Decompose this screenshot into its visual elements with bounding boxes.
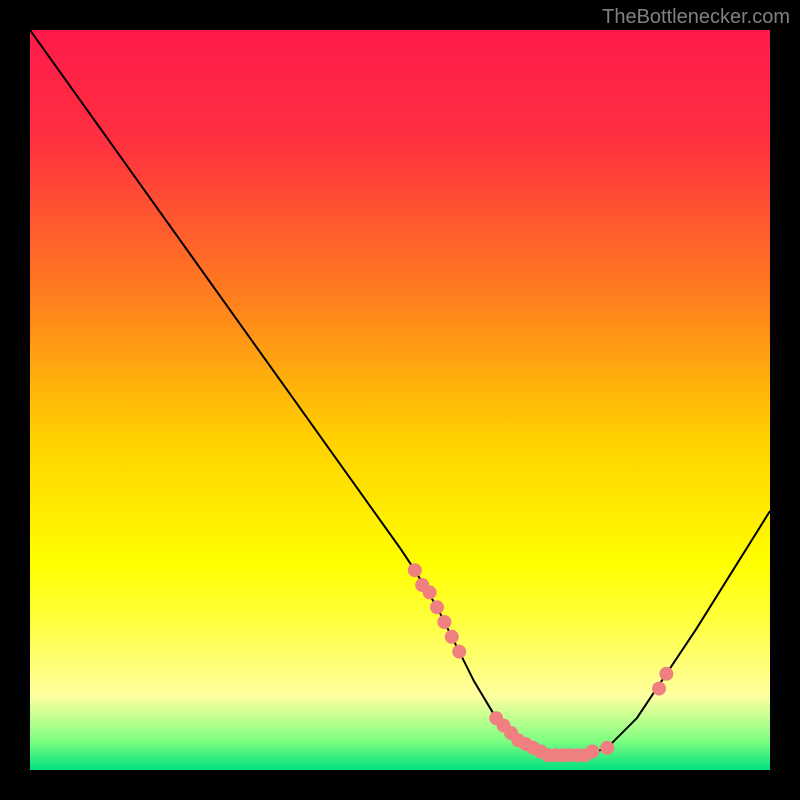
data-marker bbox=[600, 741, 614, 755]
watermark-text: TheBottlenecker.com bbox=[602, 6, 790, 29]
data-marker bbox=[652, 682, 666, 696]
data-marker bbox=[423, 585, 437, 599]
data-marker bbox=[659, 667, 673, 681]
data-marker bbox=[585, 745, 599, 759]
data-marker bbox=[408, 563, 422, 577]
data-marker bbox=[430, 600, 444, 614]
bottleneck-curve bbox=[30, 30, 770, 755]
data-marker bbox=[445, 630, 459, 644]
data-marker bbox=[437, 615, 451, 629]
chart-container bbox=[30, 30, 770, 770]
data-markers bbox=[408, 563, 674, 762]
curve-layer bbox=[30, 30, 770, 770]
data-marker bbox=[452, 645, 466, 659]
